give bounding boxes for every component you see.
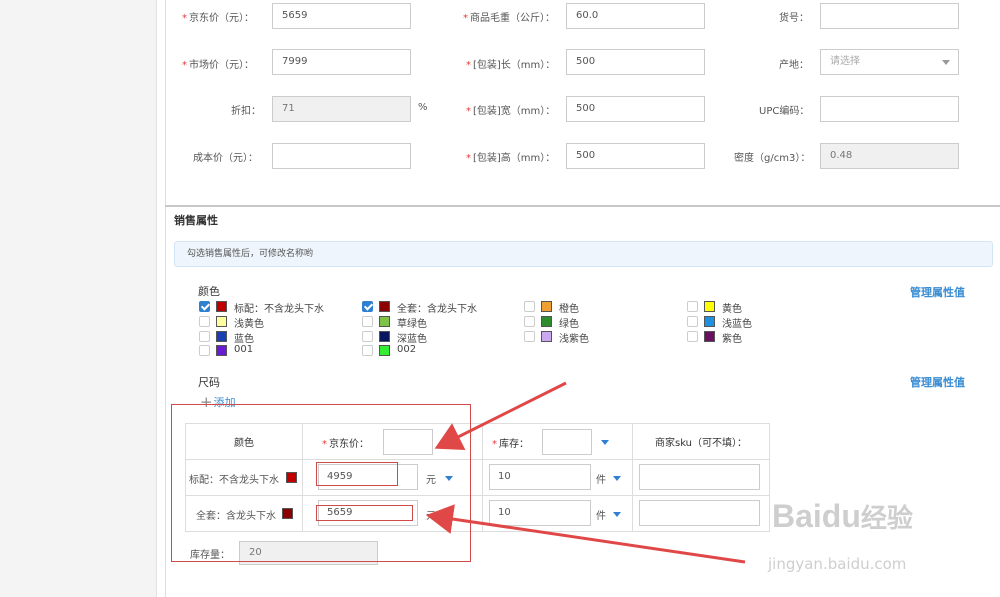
jd-price-input[interactable]: 5659 <box>272 3 411 29</box>
chevron-down-icon <box>942 60 950 65</box>
color-swatch <box>216 316 227 327</box>
color-swatch <box>379 301 390 312</box>
weight-input[interactable]: 60.0 <box>566 3 705 29</box>
color-option-label: 紫色 <box>722 334 742 345</box>
color-swatch <box>379 345 390 356</box>
color-swatch <box>704 316 715 327</box>
color-checkbox[interactable] <box>687 301 698 312</box>
row-stock-cell: 10 件 <box>482 459 633 496</box>
color-checkbox[interactable] <box>362 345 373 356</box>
watermark-url: jingyan.baidu.com <box>768 555 907 573</box>
manage-color-values-link[interactable]: 管理属性值 <box>910 284 965 300</box>
stock-unit: 件 <box>596 475 606 486</box>
color-checkbox[interactable] <box>199 331 210 342</box>
color-swatch <box>379 316 390 327</box>
weight-label: * 商品毛重（公斤）： <box>463 13 555 24</box>
color-checkbox[interactable] <box>687 331 698 342</box>
color-option-label: 深蓝色 <box>397 334 427 345</box>
sales-attr-tip: 勾选销售属性后，可修改名称哟 <box>174 241 993 267</box>
color-swatch <box>541 331 552 342</box>
color-group-title: 颜色 <box>198 285 220 298</box>
row-sku-cell <box>632 459 770 496</box>
color-checkbox[interactable] <box>524 301 535 312</box>
color-option-label: 橙色 <box>559 304 579 315</box>
upc-input[interactable] <box>820 96 959 122</box>
color-checkbox[interactable] <box>524 331 535 342</box>
color-checkbox[interactable] <box>362 316 373 327</box>
color-option-label: 黄色 <box>722 304 742 315</box>
color-checkbox[interactable] <box>199 301 210 312</box>
chevron-down-icon[interactable] <box>601 440 609 445</box>
density-input: 0.48 <box>820 143 959 169</box>
color-checkbox[interactable] <box>524 316 535 327</box>
annotation-highlight-price-1 <box>316 462 398 486</box>
color-swatch <box>541 316 552 327</box>
item-no-label: 货号： <box>779 13 809 24</box>
cost-input[interactable] <box>272 143 411 169</box>
color-option-label: 002 <box>397 344 417 355</box>
pkg-length-input[interactable]: 500 <box>566 49 705 75</box>
color-swatch <box>216 345 227 356</box>
color-swatch <box>704 331 715 342</box>
col-stock-header: * 库存： <box>482 423 633 460</box>
color-checkbox[interactable] <box>199 345 210 356</box>
pkg-width-label: * [包装]宽（mm）： <box>466 106 556 117</box>
color-option-label: 蓝色 <box>234 334 254 345</box>
col-stock-label: 库存： <box>499 439 529 450</box>
discount-unit: % <box>418 102 428 113</box>
discount-input: 71 <box>272 96 411 122</box>
sales-attr-title: 销售属性 <box>174 214 218 227</box>
color-swatch <box>216 301 227 312</box>
section-divider <box>165 205 1000 207</box>
row-sku-cell <box>632 495 770 532</box>
stock-unit: 件 <box>596 511 606 522</box>
row-stock-cell: 10 件 <box>482 495 633 532</box>
color-option-label: 绿色 <box>559 319 579 330</box>
color-checkbox[interactable] <box>687 316 698 327</box>
merchant-sku-input[interactable] <box>639 464 760 490</box>
cost-label: 成本价（元）： <box>193 153 258 164</box>
pkg-height-input[interactable]: 500 <box>566 143 705 169</box>
color-swatch <box>216 331 227 342</box>
color-swatch <box>379 331 390 342</box>
stock-input[interactable]: 10 <box>489 464 591 490</box>
color-option-label: 001 <box>234 344 254 355</box>
chevron-down-icon[interactable] <box>613 512 621 517</box>
left-sidebar <box>0 0 157 597</box>
size-group-title: 尺码 <box>198 376 220 389</box>
color-option-label: 草绿色 <box>397 319 427 330</box>
color-option-label: 浅蓝色 <box>722 319 752 330</box>
merchant-sku-input[interactable] <box>639 500 760 526</box>
pkg-width-input[interactable]: 500 <box>566 96 705 122</box>
stock-input[interactable]: 10 <box>489 500 591 526</box>
color-option-label: 标配：不含龙头下水 <box>234 304 324 315</box>
market-price-label: * 市场价（元）： <box>182 60 254 71</box>
market-price-input[interactable]: 7999 <box>272 49 411 75</box>
color-swatch <box>704 301 715 312</box>
item-no-input[interactable] <box>820 3 959 29</box>
color-checkbox[interactable] <box>199 316 210 327</box>
color-option-label: 浅紫色 <box>559 334 589 345</box>
origin-placeholder: 请选择 <box>830 56 860 67</box>
annotation-highlight-price-2 <box>316 505 413 521</box>
upc-label: UPC编码： <box>759 106 810 117</box>
color-option-label: 全套：含龙头下水 <box>397 304 477 315</box>
density-label: 密度（g/cm3）： <box>734 153 811 164</box>
origin-select[interactable]: 请选择 <box>820 49 959 75</box>
pkg-length-label: * [包装]长（mm）： <box>466 60 556 71</box>
discount-label: 折扣： <box>231 106 261 117</box>
jd-price-label: * 京东价（元）： <box>182 13 254 24</box>
batch-stock-input[interactable] <box>542 429 592 455</box>
color-checkbox[interactable] <box>362 301 373 312</box>
color-swatch <box>541 301 552 312</box>
origin-label: 产地： <box>779 60 809 71</box>
color-option-label: 浅黄色 <box>234 319 264 330</box>
watermark-logo: Baidu经验 <box>772 498 913 534</box>
manage-size-values-link[interactable]: 管理属性值 <box>910 374 965 390</box>
col-sku-header: 商家sku（可不填）： <box>632 423 770 460</box>
color-checkbox[interactable] <box>362 331 373 342</box>
chevron-down-icon[interactable] <box>613 476 621 481</box>
pkg-height-label: * [包装]高（mm）： <box>466 153 556 164</box>
